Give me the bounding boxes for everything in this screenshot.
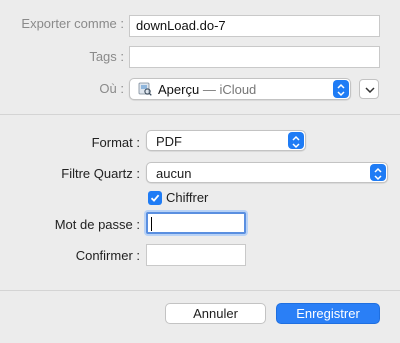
export-as-input[interactable]: downLoad.do-7	[129, 15, 380, 37]
confirm-label: Confirmer :	[75, 248, 140, 263]
section-divider	[0, 114, 400, 115]
preview-app-icon	[138, 82, 152, 96]
quartz-filter-label: Filtre Quartz :	[61, 166, 140, 181]
encrypt-label: Chiffrer	[166, 190, 209, 205]
quartz-filter-popup[interactable]: aucun	[146, 162, 388, 183]
format-stepper-icon	[288, 132, 304, 149]
confirm-input[interactable]	[146, 244, 246, 266]
save-button[interactable]: Enregistrer	[276, 303, 380, 324]
format-selected: PDF	[156, 134, 182, 149]
quartz-filter-selected: aucun	[156, 166, 192, 181]
text-caret	[151, 217, 152, 231]
footer-divider	[0, 290, 400, 291]
where-label: Où :	[99, 81, 124, 96]
format-popup[interactable]: PDF	[146, 130, 306, 151]
chevron-down-icon	[365, 87, 375, 93]
password-label: Mot de passe :	[54, 217, 140, 232]
encrypt-checkbox[interactable]	[148, 191, 162, 205]
where-stepper-icon	[333, 80, 349, 98]
export-as-label: Exporter comme :	[21, 16, 124, 31]
where-location: Aperçu	[158, 82, 200, 97]
cancel-button[interactable]: Annuler	[165, 303, 266, 324]
format-label: Format :	[91, 135, 140, 150]
quartz-filter-stepper-icon	[370, 164, 386, 181]
where-service: iCloud	[219, 82, 257, 97]
expand-dialog-button[interactable]	[359, 79, 379, 99]
tags-label: Tags :	[89, 49, 124, 64]
checkmark-icon	[150, 194, 160, 202]
where-popup[interactable]: Aperçu — iCloud	[129, 78, 351, 100]
where-separator: —	[199, 82, 220, 97]
password-input[interactable]	[146, 212, 246, 234]
tags-input[interactable]	[129, 46, 380, 68]
